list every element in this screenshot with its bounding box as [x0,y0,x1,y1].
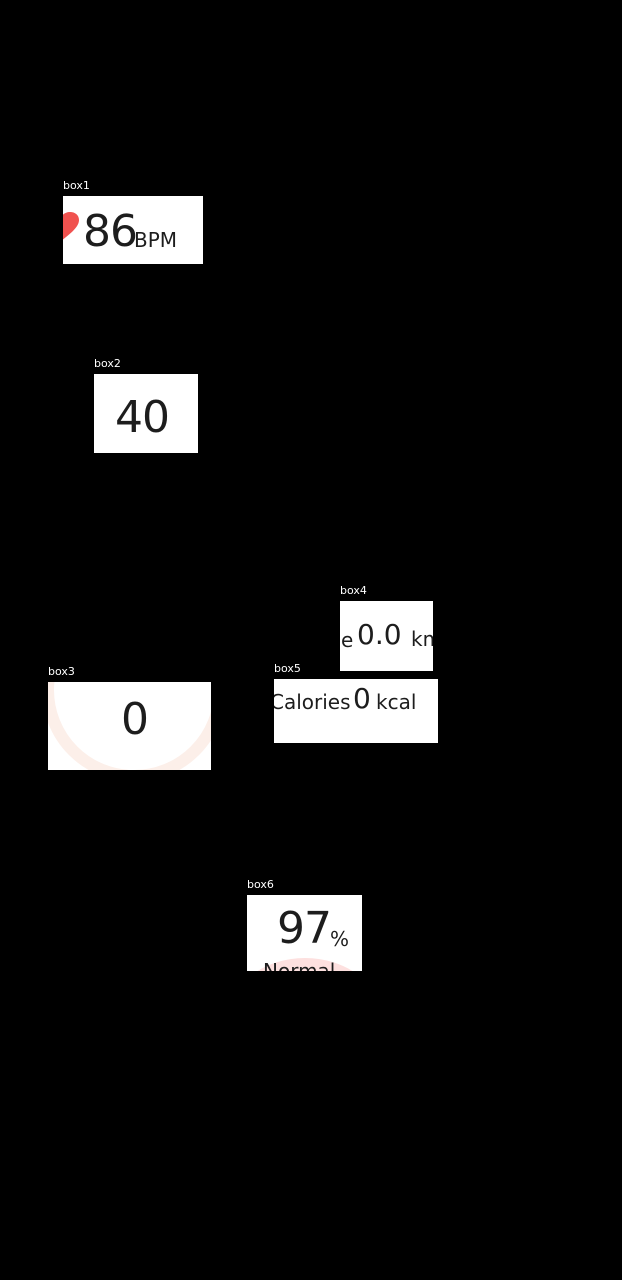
calories-label: Calories [274,690,351,714]
box2-label: box2 [94,357,121,370]
spo2-status: Normal [263,959,336,971]
box1-label: box1 [63,179,90,192]
spo2-card-crop: 97 % Normal [247,895,362,971]
ring-metric-value: 0 [121,694,149,745]
metric-value-2: 40 [115,392,170,443]
calories-unit: kcal [376,690,417,714]
distance-card-crop: e 0.0 km [340,601,433,671]
heart-rate-unit: BPM [134,228,178,252]
box5-label: box5 [274,662,301,675]
calories-card-crop: Calories 0 kcal [274,679,438,743]
box3-label: box3 [48,665,75,678]
metric-card-crop-2: 40 [94,374,198,453]
spo2-value: 97 [277,903,332,954]
box6-label: box6 [247,878,274,891]
spo2-unit: % [330,927,350,951]
distance-value: 0.0 [357,618,402,651]
distance-label-fragment: e [341,628,354,652]
box4-label: box4 [340,584,367,597]
distance-unit: km [411,627,433,651]
heart-rate-card-crop: 86 BPM [63,196,203,264]
heart-rate-value: 86 [83,206,138,257]
calories-value: 0 [353,682,371,715]
annotated-screenshot-canvas: box1 86 BPM box2 40 box4 e 0.0 km box5 C… [0,0,622,1280]
ring-metric-card-crop: 0 [48,682,211,770]
heart-icon [63,212,79,240]
